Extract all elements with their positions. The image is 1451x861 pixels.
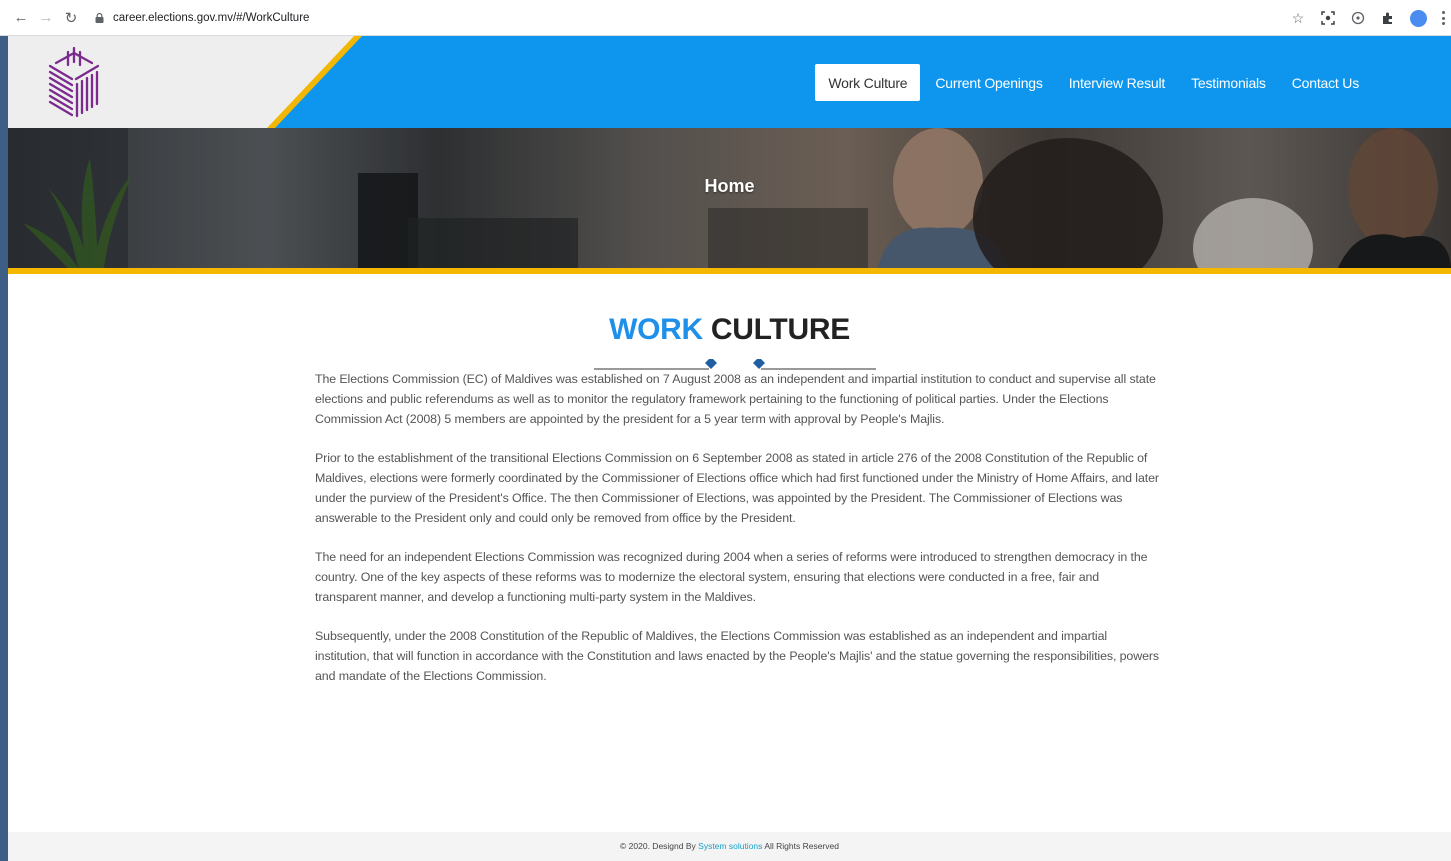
puzzle-extensions-icon[interactable]	[1380, 10, 1396, 26]
forward-icon[interactable]: →	[35, 7, 57, 29]
paragraph: The need for an independent Elections Co…	[315, 550, 1148, 604]
title-rest-word: CULTURE	[710, 313, 850, 346]
footer-company-link[interactable]: System solutions	[698, 841, 762, 851]
hero-title: Home	[704, 176, 755, 196]
hero-bottom-border	[8, 268, 1451, 274]
lock-icon	[95, 12, 104, 23]
hero-banner: Home	[8, 128, 1451, 268]
nav-work-culture[interactable]: Work Culture	[815, 64, 921, 101]
screenshot-extension-icon[interactable]	[1320, 10, 1336, 26]
nav-contact-us[interactable]: Contact Us	[1279, 64, 1372, 101]
elections-commission-logo[interactable]	[46, 46, 102, 120]
browser-toolbar: ← → ↻ career.elections.gov.mv/#/WorkCult…	[0, 0, 1451, 36]
footer-rights: All Rights Reserved	[764, 841, 839, 851]
nav-interview-result[interactable]: Interview Result	[1056, 64, 1178, 101]
page-title: WORK CULTURE	[8, 313, 1451, 347]
back-icon[interactable]: ←	[10, 7, 32, 29]
reload-icon[interactable]: ↻	[60, 7, 82, 29]
work-culture-content: The Elections Commission (EC) of Maldive…	[315, 369, 1163, 705]
site-header: Work Culture Current Openings Interview …	[8, 36, 1451, 128]
extension-circle-icon[interactable]	[1350, 10, 1366, 26]
browser-menu-icon[interactable]	[1441, 11, 1445, 25]
paragraph: The Elections Commission (EC) of Maldive…	[315, 372, 1156, 426]
profile-avatar[interactable]	[1410, 9, 1427, 27]
paragraph: Subsequently, under the 2008 Constitutio…	[315, 629, 1159, 683]
paragraph: Prior to the establishment of the transi…	[315, 451, 1159, 525]
title-accent-word: WORK	[609, 313, 703, 346]
site-footer: © 2020. Designd By System solutions All …	[8, 832, 1451, 861]
footer-copyright: © 2020. Designd By	[620, 841, 696, 851]
nav-testimonials[interactable]: Testimonials	[1178, 64, 1279, 101]
hero-background-image	[8, 128, 1451, 268]
nav-current-openings[interactable]: Current Openings	[922, 64, 1055, 101]
star-icon[interactable]: ☆	[1290, 10, 1306, 26]
address-bar[interactable]: career.elections.gov.mv/#/WorkCulture	[95, 5, 309, 31]
web-page: Work Culture Current Openings Interview …	[8, 36, 1451, 861]
main-navigation: Work Culture Current Openings Interview …	[815, 64, 1372, 101]
url-text: career.elections.gov.mv/#/WorkCulture	[113, 11, 310, 24]
